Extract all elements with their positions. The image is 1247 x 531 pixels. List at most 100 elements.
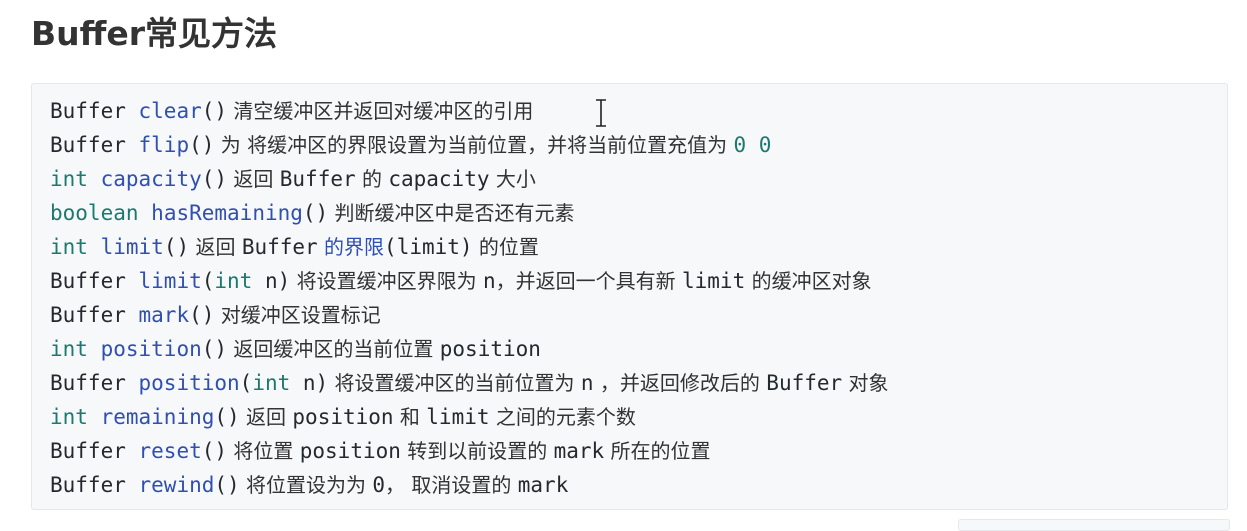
description: 为 将缓冲区的界限设置为当前位置，并将当前位置充值为 [214,133,734,157]
method-name: remaining [100,405,215,429]
method-name: position [138,371,240,395]
return-type: Buffer [50,99,126,123]
description: 和 [393,405,427,429]
keyword: int [252,371,291,395]
description: 的缓冲区对象 [745,269,872,293]
description: 返回 [239,405,293,429]
description: 清空缓冲区并返回对缓冲区的引用 [227,99,534,123]
description: 将设置缓冲区界限为 [290,269,483,293]
description: 将设置缓冲区的当前位置为 [328,371,581,395]
method-name: rewind [138,473,215,497]
method-name: reset [138,439,202,463]
inline-code: Buffer [241,235,318,259]
punctuation: () [163,235,190,259]
code-line: Buffer limit(int n) 将设置缓冲区界限为 n，并返回一个具有新… [50,264,889,298]
description: ， 取消设置的 [385,473,518,497]
return-type: Buffer [50,303,126,327]
return-type: Buffer [50,133,126,157]
description: 之间的元素个数 [489,405,636,429]
inline-code: position [299,439,401,463]
method-name: flip [138,133,190,157]
code-line: int remaining() 返回 position 和 limit 之间的元… [50,400,889,434]
number: 0 0 [733,133,772,157]
code-block[interactable]: Buffer clear() 清空缓冲区并返回对缓冲区的引用 Buffer fli… [31,83,1228,510]
keyword: int [50,405,88,429]
punctuation [88,235,101,259]
keyword: int [214,269,253,293]
keyword: int [50,235,88,259]
description: 所在的位置 [604,439,711,463]
inline-code: mark [517,473,569,497]
keyword: int [50,167,88,191]
punctuation [139,201,152,225]
punctuation: n) [252,269,291,293]
return-type: Buffer [50,473,126,497]
punctuation [88,405,101,429]
description: 转到以前设置的 [400,439,554,463]
inline-code: position [439,337,541,361]
inline-code: 0 [372,473,386,497]
code-line: int limit() 返回 Buffer 的界限(limit) 的位置 [50,230,889,264]
punctuation [126,473,139,497]
punctuation: () [201,167,228,191]
method-name: hasRemaining [151,201,303,225]
link-text[interactable]: 的界限 [324,235,384,259]
punctuation: () [214,405,240,429]
punctuation: () [189,133,215,157]
punctuation [126,133,139,157]
inline-code: mark [553,439,605,463]
punctuation: () [214,473,240,497]
punctuation: ( [239,371,253,395]
method-name: limit [138,269,202,293]
method-name: clear [138,99,202,123]
inline-code: position [292,405,394,429]
keyword: boolean [50,201,139,225]
method-name: mark [138,303,190,327]
code-line: Buffer rewind() 将位置设为为 0， 取消设置的 mark [50,468,889,502]
punctuation [88,337,101,361]
punctuation: n) [290,371,329,395]
method-name: position [100,337,202,361]
inline-code: Buffer [766,371,843,395]
return-type: Buffer [50,269,126,293]
code-line: Buffer reset() 将位置 position 转到以前设置的 mark… [50,434,889,468]
punctuation [88,167,101,191]
punctuation: () [302,201,329,225]
inline-code: capacity [388,167,490,191]
keyword: int [50,337,88,361]
code-line: boolean hasRemaining() 判断缓冲区中是否还有元素 [50,196,889,230]
code-line: Buffer position(int n) 将设置缓冲区的当前位置为 n ，并… [50,366,889,400]
description: 将位置设为为 [239,473,373,497]
return-type: Buffer [50,439,126,463]
inline-code: (limit) [384,235,473,259]
code-line: Buffer flip() 为 将缓冲区的界限设置为当前位置，并将当前位置充值为… [50,128,889,162]
code-block-footer-tab [958,519,1230,531]
description: 大小 [489,167,536,191]
inline-code: limit [426,405,490,429]
return-type: Buffer [50,371,126,395]
inline-code: n [482,269,496,293]
code-lines: Buffer clear() 清空缓冲区并返回对缓冲区的引用 Buffer fli… [50,94,889,502]
page-title: Buffer常见方法 [31,14,278,53]
description: 对缓冲区设置标记 [214,303,381,327]
description: 返回 [189,235,242,259]
inline-code: Buffer [279,167,356,191]
description: 返回 [227,167,280,191]
punctuation [126,303,139,327]
punctuation [126,371,139,395]
punctuation: () [201,439,228,463]
description: ，并返回修改后的 [593,371,767,395]
description: 返回缓冲区的当前位置 [227,337,440,361]
description: 对象 [842,371,889,395]
code-line: Buffer mark() 对缓冲区设置标记 [50,298,889,332]
inline-code: limit [682,269,746,293]
punctuation [126,269,139,293]
punctuation [126,99,139,123]
inline-code: n [580,371,594,395]
punctuation: () [201,99,228,123]
description: 的位置 [472,235,539,259]
description: 判断缓冲区中是否还有元素 [328,201,575,225]
code-line: int capacity() 返回 Buffer 的 capacity 大小 [50,162,889,196]
description: 的 [355,167,389,191]
text-cursor-icon [596,99,606,127]
